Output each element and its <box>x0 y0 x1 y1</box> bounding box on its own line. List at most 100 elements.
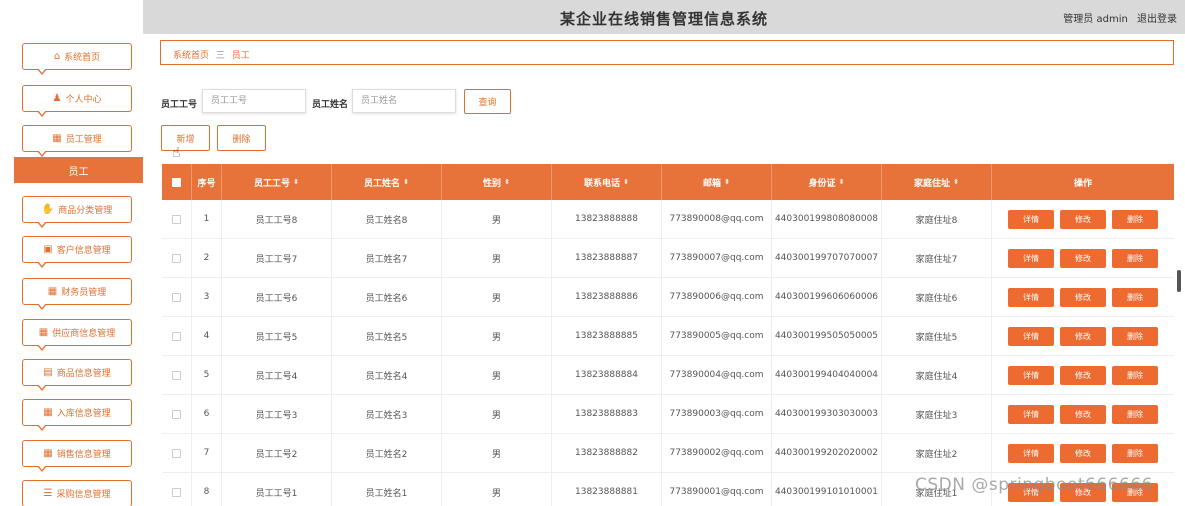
table-row: 3 员工工号6 员工姓名6 男 13823888886 773890006@qq.com 4… <box>162 278 1174 317</box>
edit-button[interactable]: 修改 <box>1060 404 1106 424</box>
select-all-checkbox[interactable] <box>172 177 181 187</box>
detail-button[interactable]: 详情 <box>1008 209 1054 229</box>
row-checkbox[interactable] <box>172 214 181 224</box>
row-delete-button[interactable]: 删除 <box>1112 443 1158 463</box>
column-header-label: 性别 <box>483 178 502 189</box>
edit-button[interactable]: 修改 <box>1060 443 1106 463</box>
cell-phone: 13823888883 <box>552 395 662 433</box>
row-checkbox-cell <box>162 356 192 394</box>
column-header[interactable]: 性别 ⬍ <box>442 164 552 200</box>
thumb-icon: ✋ <box>41 204 55 215</box>
row-checkbox[interactable] <box>172 370 181 380</box>
cell-no: 2 <box>192 239 222 277</box>
column-header[interactable]: 家庭住址 ⬍ <box>882 164 992 200</box>
sidebar-item[interactable]: ▣ 客户信息管理 <box>22 236 132 268</box>
menu-pointer <box>37 110 47 117</box>
sidebar-item[interactable]: ⌂ 系统首页 <box>22 43 132 75</box>
sort-icon[interactable]: ⬍ <box>953 178 959 186</box>
row-checkbox[interactable] <box>172 331 181 341</box>
sort-icon[interactable]: ⬍ <box>293 178 299 186</box>
cell-id: 员工工号6 <box>222 278 332 316</box>
table-body: 1 员工工号8 员工姓名8 男 13823888888 773890008@qq.com 4… <box>162 200 1174 506</box>
row-checkbox[interactable] <box>172 253 181 263</box>
breadcrumb-home[interactable]: 系统首页 <box>173 51 209 61</box>
detail-button[interactable]: 详情 <box>1008 404 1054 424</box>
cell-actions: 详情 修改 删除 <box>992 317 1174 355</box>
employee-id-input[interactable]: 员工工号 <box>202 89 306 113</box>
detail-button[interactable]: 详情 <box>1008 443 1054 463</box>
cell-phone: 13823888885 <box>552 317 662 355</box>
logout-link[interactable]: 退出登录 <box>1137 14 1177 25</box>
employee-name-input[interactable]: 员工姓名 <box>352 89 456 113</box>
edit-button[interactable]: 修改 <box>1060 287 1106 307</box>
detail-button[interactable]: 详情 <box>1008 365 1054 385</box>
cell-email: 773890003@qq.com <box>662 395 772 433</box>
sidebar-item[interactable]: ▦ 供应商信息管理 <box>22 319 132 351</box>
detail-button[interactable]: 详情 <box>1008 287 1054 307</box>
sidebar-item[interactable]: ♟ 个人中心 <box>22 85 132 117</box>
column-header[interactable]: 员工姓名 ⬍ <box>332 164 442 200</box>
cell-idcard: 440300199606060006 <box>772 278 882 316</box>
edit-button[interactable]: 修改 <box>1060 248 1106 268</box>
cell-no: 4 <box>192 317 222 355</box>
employee-name-label: 员工姓名 <box>312 100 349 110</box>
column-header[interactable]: 序号 <box>192 164 222 200</box>
row-checkbox[interactable] <box>172 292 181 302</box>
cell-actions: 详情 修改 删除 <box>992 200 1174 238</box>
row-delete-button[interactable]: 删除 <box>1112 248 1158 268</box>
sidebar-item[interactable]: ▦ 员工管理 <box>22 125 132 157</box>
breadcrumb-current: 员工 <box>231 51 250 61</box>
scrollbar-thumb[interactable] <box>1177 270 1181 292</box>
cell-gender: 男 <box>442 356 552 394</box>
column-header[interactable]: 联系电话 ⬍ <box>552 164 662 200</box>
detail-button[interactable]: 详情 <box>1008 326 1054 346</box>
detail-button[interactable]: 详情 <box>1008 248 1054 268</box>
row-checkbox[interactable] <box>172 487 181 497</box>
edit-button[interactable]: 修改 <box>1060 209 1106 229</box>
sidebar-item[interactable]: ▦ 入库信息管理 <box>22 399 132 431</box>
grid-icon: ▦ <box>43 407 53 418</box>
cell-phone: 13823888888 <box>552 200 662 238</box>
column-header[interactable]: 身份证 ⬍ <box>772 164 882 200</box>
edit-button[interactable]: 修改 <box>1060 365 1106 385</box>
sidebar-item-label: 系统首页 <box>64 53 101 63</box>
cell-email: 773890008@qq.com <box>662 200 772 238</box>
column-header-label: 员工工号 <box>254 178 291 189</box>
sort-icon[interactable]: ⬍ <box>504 178 510 186</box>
sidebar-item[interactable]: ▦ 销售信息管理 <box>22 440 132 472</box>
row-delete-button[interactable]: 删除 <box>1112 404 1158 424</box>
menu-pointer <box>37 221 47 228</box>
column-header[interactable]: 邮箱 ⬍ <box>662 164 772 200</box>
delete-button[interactable]: 删除 <box>217 125 266 151</box>
row-checkbox[interactable] <box>172 409 181 419</box>
row-checkbox[interactable] <box>172 448 181 458</box>
column-header-label: 家庭住址 <box>914 178 951 189</box>
sort-icon[interactable]: ⬍ <box>623 178 629 186</box>
query-button[interactable]: 查询 <box>464 89 511 114</box>
sort-icon[interactable]: ⬍ <box>403 178 409 186</box>
cell-idcard: 440300199808080008 <box>772 200 882 238</box>
row-delete-button[interactable]: 删除 <box>1112 287 1158 307</box>
column-header[interactable]: 员工工号 ⬍ <box>222 164 332 200</box>
cell-address: 家庭住址6 <box>882 278 992 316</box>
cell-actions: 详情 修改 删除 <box>992 278 1174 316</box>
add-button[interactable]: 新增 <box>161 125 210 151</box>
sidebar-item[interactable]: ✋ 商品分类管理 <box>22 196 132 228</box>
cell-phone: 13823888886 <box>552 278 662 316</box>
row-delete-button[interactable]: 删除 <box>1112 326 1158 346</box>
sidebar-item-label: 入库信息管理 <box>56 409 111 419</box>
sidebar-subitem-employee[interactable]: 员工 <box>14 157 143 183</box>
cell-gender: 男 <box>442 317 552 355</box>
column-header[interactable]: 操作 <box>992 164 1174 200</box>
sort-icon[interactable]: ⬍ <box>724 178 730 186</box>
edit-button[interactable]: 修改 <box>1060 326 1106 346</box>
cell-address: 家庭住址7 <box>882 239 992 277</box>
sidebar-item[interactable]: ▦ 财务员管理 <box>22 278 132 310</box>
sort-icon[interactable]: ⬍ <box>839 178 845 186</box>
sidebar-item[interactable]: ▤ 商品信息管理 <box>22 359 132 391</box>
cell-gender: 男 <box>442 278 552 316</box>
sidebar-item[interactable]: ☰ 采购信息管理 <box>22 480 132 506</box>
row-delete-button[interactable]: 删除 <box>1112 209 1158 229</box>
cell-actions: 详情 修改 删除 <box>992 239 1174 277</box>
row-delete-button[interactable]: 删除 <box>1112 365 1158 385</box>
